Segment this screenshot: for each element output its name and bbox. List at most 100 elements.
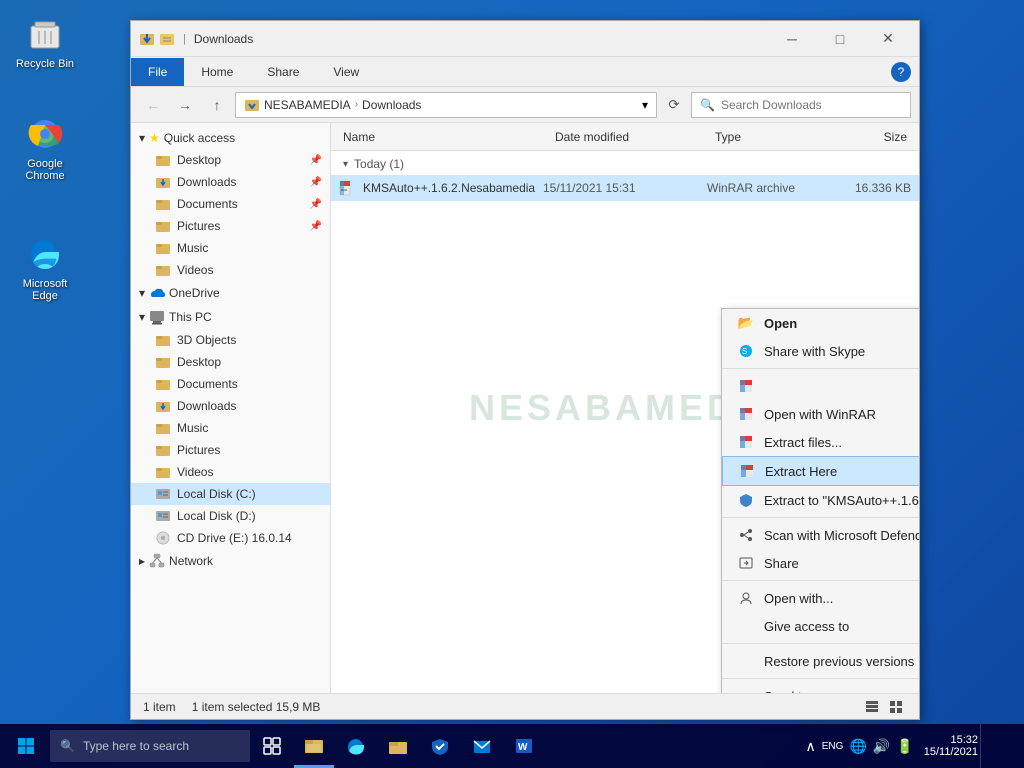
close-button[interactable]: ✕ [865, 24, 911, 54]
sidebar-locald-label: Local Disk (D:) [177, 509, 256, 523]
help-button[interactable]: ? [891, 62, 911, 82]
ctx-open-winrar[interactable] [722, 372, 919, 400]
back-button[interactable]: ← [139, 91, 167, 119]
openwith-icon [738, 555, 754, 571]
sidebar-item-music-qa[interactable]: Music [131, 237, 330, 259]
tray-chevron-icon[interactable]: ∧ [806, 738, 816, 755]
winrar-icon-4 [739, 463, 755, 479]
ctx-give-access[interactable]: Open with... › [722, 584, 919, 612]
path-downloads[interactable]: Downloads [362, 98, 421, 112]
ctx-restore-versions[interactable]: Give access to [722, 612, 919, 640]
address-path: NESABAMEDIA › Downloads [264, 98, 421, 112]
sidebar-item-downloads-pc[interactable]: Downloads [131, 395, 330, 417]
taskbar-task-view[interactable] [252, 724, 292, 768]
sidebar-cddrive-label: CD Drive (E:) 16.0.14 [177, 531, 292, 545]
ribbon-tab-file[interactable]: File [131, 58, 184, 86]
minimize-button[interactable]: ─ [769, 24, 815, 54]
sidebar-item-desktop-pc[interactable]: Desktop [131, 351, 330, 373]
sidebar-item-3dobjects[interactable]: 3D Objects [131, 329, 330, 351]
winrar-icon-3 [738, 434, 754, 450]
ctx-scan-defender[interactable]: Extract to "KMSAuto++.1.6.2.Nesabamedia\… [722, 486, 919, 514]
ribbon-tab-view[interactable]: View [316, 58, 376, 86]
table-row[interactable]: RAR KMSAuto++.1.6.2.Nesabamedia 15/11/20… [331, 175, 919, 201]
ctx-extract-files[interactable]: Open with WinRAR [722, 400, 919, 428]
ctx-share[interactable]: Scan with Microsoft Defender... [722, 521, 919, 549]
details-view-button[interactable] [861, 696, 883, 718]
col-date[interactable]: Date modified [551, 130, 711, 144]
search-input[interactable] [721, 98, 902, 112]
sidebar-item-downloads-qa[interactable]: Downloads 📌 [131, 171, 330, 193]
taskbar-search[interactable]: 🔍 Type here to search [50, 730, 250, 762]
ctx-send-to[interactable]: Restore previous versions › [722, 647, 919, 675]
sidebar-item-documents-pc[interactable]: Documents [131, 373, 330, 395]
taskbar-file-explorer[interactable] [294, 724, 334, 768]
col-size[interactable]: Size [831, 130, 911, 144]
sidebar-item-documents-qa[interactable]: Documents 📌 [131, 193, 330, 215]
desktop-icon-recycle-bin[interactable]: Recycle Bin [10, 10, 80, 74]
show-desktop-button[interactable] [980, 724, 1020, 768]
taskbar-security[interactable] [420, 724, 460, 768]
sidebar-item-pictures-pc[interactable]: Pictures [131, 439, 330, 461]
taskbar-folder[interactable] [378, 724, 418, 768]
title-bar-title: Downloads [194, 32, 253, 46]
search-bar[interactable]: 🔍 [691, 92, 911, 118]
desktop-folder-icon [155, 152, 171, 168]
address-dropdown-btn[interactable]: ▾ [642, 98, 648, 112]
tray-network-icon[interactable]: 🌐 [849, 738, 866, 755]
file-name: KMSAuto++.1.6.2.Nesabamedia [363, 181, 539, 195]
desktop-icon-ms-edge[interactable]: Microsoft Edge [10, 230, 80, 306]
ctx-open[interactable]: 📂 Open [722, 309, 919, 337]
ctx-extract-here[interactable]: Extract files... [722, 428, 919, 456]
taskbar-mail[interactable] [462, 724, 502, 768]
system-tray-time[interactable]: 15:32 15/11/2021 [924, 734, 978, 758]
sidebar-item-cddrive[interactable]: CD Drive (E:) 16.0.14 [131, 527, 330, 549]
ribbon-tab-share[interactable]: Share [250, 58, 316, 86]
sidebar-item-pictures-qa[interactable]: Pictures 📌 [131, 215, 330, 237]
taskbar-edge[interactable] [336, 724, 376, 768]
col-type[interactable]: Type [711, 130, 831, 144]
ctx-extract-to[interactable]: Extract Here [722, 456, 919, 486]
sidebar-section-this-pc[interactable]: ▾ This PC [131, 305, 330, 329]
sidebar-documents-pc-label: Documents [177, 377, 238, 391]
address-bar[interactable]: NESABAMEDIA › Downloads ▾ [235, 92, 657, 118]
taskbar-word[interactable]: W [504, 724, 544, 768]
sidebar-item-videos-qa[interactable]: Videos [131, 259, 330, 281]
cut-icon [738, 688, 754, 693]
tray-volume-icon[interactable]: 🔊 [873, 738, 890, 755]
sidebar-item-music-pc[interactable]: Music [131, 417, 330, 439]
tray-keyboard-icon[interactable]: ENG [822, 741, 844, 752]
desktop-pc-icon [155, 354, 171, 370]
sidebar-item-desktop[interactable]: Desktop 📌 [131, 149, 330, 171]
sidebar-section-quick-access[interactable]: ▾ ★ Quick access [131, 127, 330, 149]
title-bar-icon [139, 31, 155, 47]
tray-battery-icon[interactable]: 🔋 [896, 738, 913, 755]
ctx-open-with[interactable]: Share [722, 549, 919, 577]
ctx-cut[interactable]: Send to [722, 682, 919, 693]
sidebar-item-locald[interactable]: Local Disk (D:) [131, 505, 330, 527]
ribbon-tab-home[interactable]: Home [184, 58, 250, 86]
downloads-folder-icon-qa [155, 174, 171, 190]
network-expand-icon: ▸ [139, 554, 145, 568]
locald-icon [155, 508, 171, 524]
windows-logo-icon [17, 737, 35, 755]
sidebar-section-network[interactable]: ▸ Network [131, 549, 330, 573]
large-icons-view-icon [889, 700, 903, 714]
file-date: 15/11/2021 15:31 [543, 181, 703, 195]
sidebar-item-videos-pc[interactable]: Videos [131, 461, 330, 483]
up-button[interactable]: ↑ [203, 91, 231, 119]
large-icons-view-button[interactable] [885, 696, 907, 718]
forward-button[interactable]: → [171, 91, 199, 119]
title-bar: | Downloads ─ □ ✕ [131, 21, 919, 57]
desktop-icon-google-chrome[interactable]: Google Chrome [10, 110, 80, 186]
ctx-sep-3 [722, 580, 919, 581]
path-nesabamedia[interactable]: NESABAMEDIA [264, 98, 351, 112]
context-menu: 📂 Open S Share with Skype [721, 308, 919, 693]
maximize-button[interactable]: □ [817, 24, 863, 54]
start-button[interactable] [4, 724, 48, 768]
sidebar-section-onedrive[interactable]: ▾ OneDrive [131, 281, 330, 305]
col-name[interactable]: Name [339, 130, 551, 144]
refresh-button[interactable]: ⟳ [661, 92, 687, 118]
sidebar-item-localc[interactable]: Local Disk (C:) [131, 483, 330, 505]
ctx-share-skype[interactable]: S Share with Skype [722, 337, 919, 365]
quick-access-label: Quick access [164, 131, 235, 145]
